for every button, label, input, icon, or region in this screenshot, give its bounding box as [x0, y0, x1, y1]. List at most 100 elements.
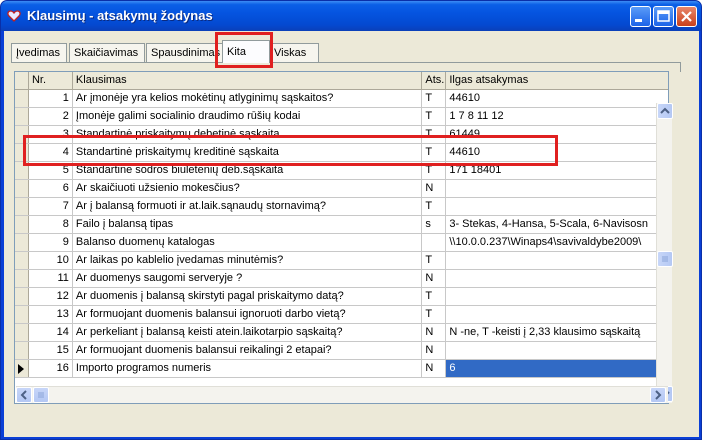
vertical-scroll-thumb[interactable]	[657, 251, 673, 267]
cell-ilgas-atsakymas[interactable]: 44610	[446, 144, 668, 161]
table-row[interactable]: 8 Failo į balansą tipas s 3- Stekas, 4-Hans…	[15, 216, 668, 234]
cell-ats[interactable]: s	[422, 216, 447, 233]
cell-ats[interactable]: T	[422, 162, 447, 179]
table-row[interactable]: 6 Ar skaičiuoti užsienio mokesčius? N	[15, 180, 668, 198]
row-indicator[interactable]	[15, 270, 29, 287]
tab-skaiciavimas[interactable]: Skaičiavimas	[69, 43, 145, 62]
minimize-button[interactable]	[630, 6, 651, 27]
cell-nr[interactable]: 3	[29, 126, 73, 143]
cell-ilgas-atsakymas[interactable]: 61449	[446, 126, 668, 143]
close-button[interactable]	[676, 6, 697, 27]
header-ats[interactable]: Ats.	[422, 72, 447, 90]
cell-ats[interactable]	[422, 234, 447, 251]
cell-ats[interactable]: N	[422, 360, 447, 377]
cell-klausimas[interactable]: Ar laikas po kablelio įvedamas minutėmis…	[73, 252, 423, 269]
row-indicator[interactable]	[15, 306, 29, 323]
cell-ats[interactable]: T	[422, 198, 447, 215]
header-nr[interactable]: Nr.	[29, 72, 73, 90]
cell-nr[interactable]: 15	[29, 342, 73, 359]
row-indicator[interactable]	[15, 288, 29, 305]
scroll-right-button[interactable]	[650, 387, 666, 403]
row-indicator[interactable]	[15, 90, 29, 107]
cell-ilgas-atsakymas[interactable]: 3- Stekas, 4-Hansa, 5-Scala, 6-Navisosn	[446, 216, 668, 233]
cell-klausimas[interactable]: Ar formuojant duomenis balansui ignoruot…	[73, 306, 423, 323]
cell-nr[interactable]: 14	[29, 324, 73, 341]
cell-klausimas[interactable]: Įmonėje galimi socialinio draudimo rūšių…	[73, 108, 423, 125]
cell-ats[interactable]: N	[422, 324, 447, 341]
cell-nr[interactable]: 13	[29, 306, 73, 323]
row-indicator[interactable]	[15, 180, 29, 197]
cell-klausimas[interactable]: Standartinė priskaitymų kreditinė sąskai…	[73, 144, 423, 161]
row-indicator[interactable]	[15, 198, 29, 215]
cell-ilgas-atsakymas[interactable]	[446, 342, 668, 359]
cell-ats[interactable]: T	[422, 126, 447, 143]
cell-nr[interactable]: 2	[29, 108, 73, 125]
cell-ilgas-atsakymas[interactable]	[446, 306, 668, 323]
cell-klausimas[interactable]: Ar formuojant duomenis balansui reikalin…	[73, 342, 423, 359]
cell-ats[interactable]: T	[422, 108, 447, 125]
cell-ats[interactable]: T	[422, 252, 447, 269]
cell-klausimas[interactable]: Balanso duomenų katalogas	[73, 234, 423, 251]
cell-klausimas[interactable]: Standartinė sodros biuletenių deb.sąskai…	[73, 162, 423, 179]
cell-nr[interactable]: 5	[29, 162, 73, 179]
cell-ats[interactable]: N	[422, 342, 447, 359]
table-row[interactable]: 5 Standartinė sodros biuletenių deb.sąska…	[15, 162, 668, 180]
cell-ilgas-atsakymas[interactable]	[446, 288, 668, 305]
cell-ats[interactable]: T	[422, 90, 447, 107]
cell-ats[interactable]: T	[422, 306, 447, 323]
cell-ilgas-atsakymas[interactable]: 6	[446, 360, 668, 377]
cell-ats[interactable]: N	[422, 270, 447, 287]
cell-nr[interactable]: 11	[29, 270, 73, 287]
cell-klausimas[interactable]: Standartinė priskaitymų debetinė sąskait…	[73, 126, 423, 143]
cell-ilgas-atsakymas[interactable]: 1 7 8 11 12	[446, 108, 668, 125]
row-indicator[interactable]	[15, 324, 29, 341]
vertical-scrollbar[interactable]	[656, 103, 673, 403]
table-row[interactable]: 12 Ar duomenis į balansą skirstyti pagal …	[15, 288, 668, 306]
row-indicator[interactable]	[15, 252, 29, 269]
cell-ilgas-atsakymas[interactable]	[446, 198, 668, 215]
cell-ilgas-atsakymas[interactable]: N -ne, T -keisti į 2,33 klausimo sąskait…	[446, 324, 668, 341]
cell-ilgas-atsakymas[interactable]	[446, 270, 668, 287]
cell-ilgas-atsakymas[interactable]: 171 18401	[446, 162, 668, 179]
table-row[interactable]: 3 Standartinė priskaitymų debetinė sąskai…	[15, 126, 668, 144]
maximize-button[interactable]	[653, 6, 674, 27]
cell-ilgas-atsakymas[interactable]: \\10.0.0.237\Winaps4\savivaldybe2009\	[446, 234, 668, 251]
cell-ilgas-atsakymas[interactable]	[446, 180, 668, 197]
header-ilgas-atsakymas[interactable]: Ilgas atsakymas	[446, 72, 668, 90]
cell-ilgas-atsakymas[interactable]	[446, 252, 668, 269]
row-indicator[interactable]	[15, 144, 29, 161]
scroll-up-button[interactable]	[657, 103, 673, 119]
cell-nr[interactable]: 6	[29, 180, 73, 197]
cell-nr[interactable]: 9	[29, 234, 73, 251]
horizontal-scrollbar[interactable]	[16, 386, 668, 403]
cell-ats[interactable]: N	[422, 180, 447, 197]
cell-nr[interactable]: 7	[29, 198, 73, 215]
cell-klausimas[interactable]: Ar duomenis į balansą skirstyti pagal pr…	[73, 288, 423, 305]
header-klausimas[interactable]: Klausimas	[73, 72, 423, 90]
row-indicator[interactable]	[15, 360, 29, 377]
row-indicator[interactable]	[15, 342, 29, 359]
cell-nr[interactable]: 16	[29, 360, 73, 377]
title-bar[interactable]: Klausimų - atsakymų žodynas	[1, 1, 701, 31]
cell-klausimas[interactable]: Ar į balansą formuoti ir at.laik.sąnaudų…	[73, 198, 423, 215]
cell-klausimas[interactable]: Ar įmonėje yra kelios mokėtinų atlyginim…	[73, 90, 423, 107]
cell-klausimas[interactable]: Failo į balansą tipas	[73, 216, 423, 233]
cell-klausimas[interactable]: Ar skaičiuoti užsienio mokesčius?	[73, 180, 423, 197]
table-row[interactable]: 10 Ar laikas po kablelio įvedamas minutėm…	[15, 252, 668, 270]
cell-klausimas[interactable]: Ar perkeliant į balansą keisti atein.lai…	[73, 324, 423, 341]
table-row[interactable]: 13 Ar formuojant duomenis balansui ignoru…	[15, 306, 668, 324]
table-row[interactable]: 1 Ar įmonėje yra kelios mokėtinų atlygini…	[15, 90, 668, 108]
table-row[interactable]: 14 Ar perkeliant į balansą keisti atein.l…	[15, 324, 668, 342]
tab-ivedimas[interactable]: Įvedimas	[11, 43, 67, 62]
scroll-left-button[interactable]	[16, 387, 32, 403]
cell-nr[interactable]: 1	[29, 90, 73, 107]
cell-nr[interactable]: 10	[29, 252, 73, 269]
table-row[interactable]: 16 Importo programos numeris N 6	[15, 360, 668, 378]
tab-kita[interactable]: Kita	[222, 40, 270, 63]
cell-nr[interactable]: 4	[29, 144, 73, 161]
table-row[interactable]: 9 Balanso duomenų katalogas \\10.0.0.237\W…	[15, 234, 668, 252]
row-indicator[interactable]	[15, 216, 29, 233]
row-indicator[interactable]	[15, 162, 29, 179]
row-indicator[interactable]	[15, 126, 29, 143]
cell-klausimas[interactable]: Importo programos numeris	[73, 360, 423, 377]
